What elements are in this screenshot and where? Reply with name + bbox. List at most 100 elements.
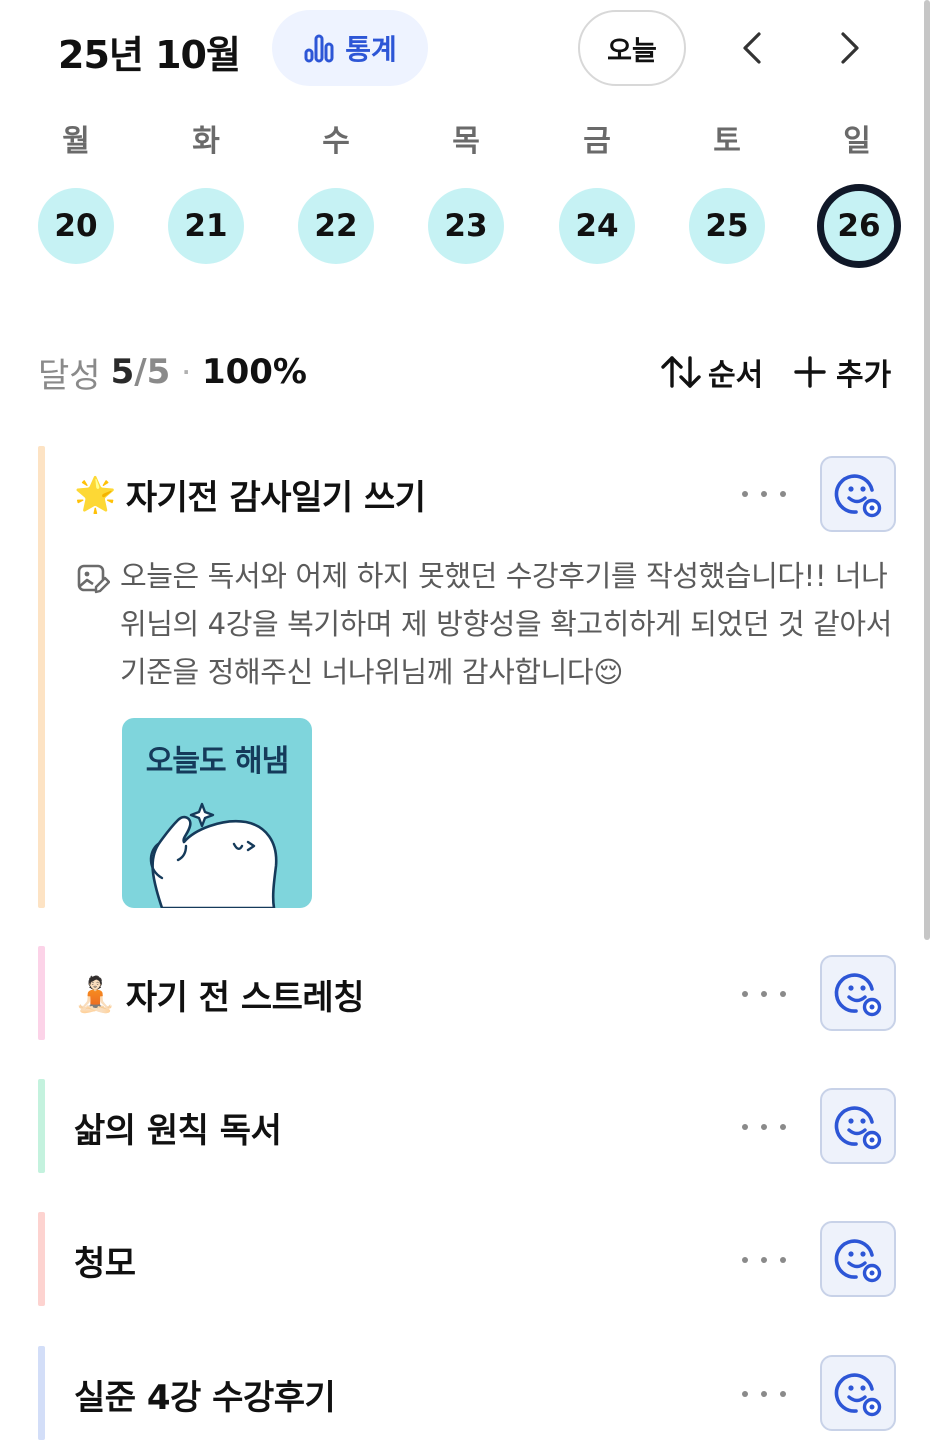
date-circle[interactable]: 21	[168, 188, 244, 264]
habit-title-text: 삶의 원칙 독서	[74, 1111, 282, 1151]
mood-check-button[interactable]	[820, 955, 896, 1031]
image-edit-icon	[77, 564, 110, 594]
mood-check-button[interactable]	[820, 1088, 896, 1164]
chevron-left-icon	[743, 32, 761, 64]
star-emoji-icon: 🌟	[74, 474, 116, 515]
habit-color-bar	[38, 1079, 45, 1173]
plus-icon	[794, 356, 826, 388]
achievement-done: 5	[110, 352, 135, 392]
habit-title-text: 자기전 감사일기 쓰기	[125, 478, 426, 518]
today-button[interactable]: 오늘	[578, 10, 686, 86]
date-circle[interactable]: 23	[428, 188, 504, 264]
smile-add-icon	[834, 973, 882, 1017]
day-mon[interactable]: 월 20	[36, 118, 116, 264]
weekday-label: 화	[192, 124, 220, 159]
more-dot	[742, 1257, 748, 1263]
habit-title[interactable]: 🌟 자기전 감사일기 쓰기	[74, 470, 426, 519]
habit-item[interactable]: 🌟 자기전 감사일기 쓰기 오늘은 독서와 어제 하지 못했던 수강후기를 작성…	[38, 446, 898, 908]
date-circle[interactable]: 25	[689, 188, 765, 264]
sort-button[interactable]: 순서	[660, 348, 763, 396]
more-dot	[742, 991, 748, 997]
chevron-right-icon	[841, 32, 859, 64]
more-dot	[742, 1391, 748, 1397]
sticker-character-illustration	[149, 802, 278, 908]
more-options-button[interactable]	[742, 1250, 786, 1270]
more-dot	[761, 991, 767, 997]
habit-color-bar	[38, 1346, 45, 1440]
habit-title-text: 실준 4강 수강후기	[74, 1378, 336, 1418]
habit-memo[interactable]: 오늘은 독서와 어제 하지 못했던 수강후기를 작성했습니다!! 너나위님의 4…	[76, 552, 896, 696]
memo-text: 오늘은 독서와 어제 하지 못했던 수강후기를 작성했습니다!! 너나위님의 4…	[120, 559, 892, 689]
more-options-button[interactable]	[742, 1117, 786, 1137]
sort-arrows-icon	[661, 356, 701, 388]
sort-label: 순서	[708, 358, 764, 393]
next-week-button[interactable]	[830, 28, 870, 68]
bar-chart-icon	[304, 34, 334, 63]
achievement-label: 달성	[38, 355, 101, 396]
stats-label: 통계	[345, 33, 397, 66]
habit-color-bar	[38, 1212, 45, 1306]
weekday-label: 토	[713, 124, 741, 159]
habit-title-text: 자기 전 스트레칭	[125, 978, 365, 1018]
more-dot	[780, 1124, 786, 1130]
more-dot	[761, 1257, 767, 1263]
habit-title[interactable]: 청모	[74, 1236, 136, 1285]
more-dot	[761, 1124, 767, 1130]
more-dot	[742, 491, 748, 497]
habit-title[interactable]: 🧘🏻 자기 전 스트레칭	[74, 970, 364, 1019]
weekday-label: 월	[62, 124, 90, 159]
week-strip: 월 20 화 21 수 22 목 23 금 24 토 25 일 26	[0, 118, 934, 288]
add-habit-button[interactable]: 추가	[794, 348, 891, 396]
smile-add-icon	[834, 1239, 882, 1283]
calendar-header: 25년 10월 통계 오늘	[0, 0, 934, 100]
mood-check-button[interactable]	[820, 1355, 896, 1431]
day-tue[interactable]: 화 21	[166, 118, 246, 264]
more-options-button[interactable]	[742, 984, 786, 1004]
habit-item[interactable]: 삶의 원칙 독서	[38, 1079, 898, 1173]
more-dot	[780, 1391, 786, 1397]
stats-button[interactable]: 통계	[272, 10, 428, 86]
date-circle[interactable]: 24	[559, 188, 635, 264]
achievement-percent: 100%	[201, 352, 307, 392]
weekday-label: 수	[322, 124, 350, 159]
more-options-button[interactable]	[742, 484, 786, 504]
smile-add-icon	[834, 474, 882, 518]
mood-check-button[interactable]	[820, 456, 896, 532]
weekday-label: 금	[583, 124, 611, 159]
more-dot	[761, 491, 767, 497]
sticker-image[interactable]: 오늘도 해냄	[122, 718, 312, 908]
more-dot	[761, 1391, 767, 1397]
day-thu[interactable]: 목 23	[426, 118, 506, 264]
smile-add-icon	[834, 1106, 882, 1150]
smile-add-icon	[834, 1373, 882, 1417]
separator-dot: ·	[182, 360, 190, 384]
meditation-emoji-icon: 🧘🏻	[74, 974, 116, 1015]
habit-color-bar	[38, 446, 45, 908]
more-dot	[780, 991, 786, 997]
habit-item[interactable]: 실준 4강 수강후기	[38, 1346, 898, 1440]
day-fri[interactable]: 금 24	[557, 118, 637, 264]
habit-item[interactable]: 청모	[38, 1212, 898, 1306]
day-sat[interactable]: 토 25	[687, 118, 767, 264]
achievement-separator: /	[134, 352, 147, 392]
more-dot	[780, 491, 786, 497]
date-circle[interactable]: 20	[38, 188, 114, 264]
habit-title[interactable]: 삶의 원칙 독서	[74, 1103, 282, 1152]
month-title[interactable]: 25년 10월	[58, 24, 241, 79]
mood-check-button[interactable]	[820, 1221, 896, 1297]
day-wed[interactable]: 수 22	[296, 118, 376, 264]
more-options-button[interactable]	[742, 1384, 786, 1404]
date-circle-selected[interactable]: 26	[817, 184, 901, 268]
weekday-label: 목	[452, 124, 480, 159]
date-circle[interactable]: 22	[298, 188, 374, 264]
day-sun[interactable]: 일 26	[817, 118, 901, 268]
habit-title-text: 청모	[74, 1244, 136, 1284]
prev-week-button[interactable]	[732, 28, 772, 68]
achievement-total: 5	[146, 352, 171, 392]
habit-item[interactable]: 🧘🏻 자기 전 스트레칭	[38, 946, 898, 1040]
weekday-label: 일	[843, 124, 871, 159]
habit-title[interactable]: 실준 4강 수강후기	[74, 1370, 336, 1419]
achievement-summary: 달성 5 / 5 · 100%	[38, 346, 307, 398]
more-dot	[780, 1257, 786, 1263]
more-dot	[742, 1124, 748, 1130]
